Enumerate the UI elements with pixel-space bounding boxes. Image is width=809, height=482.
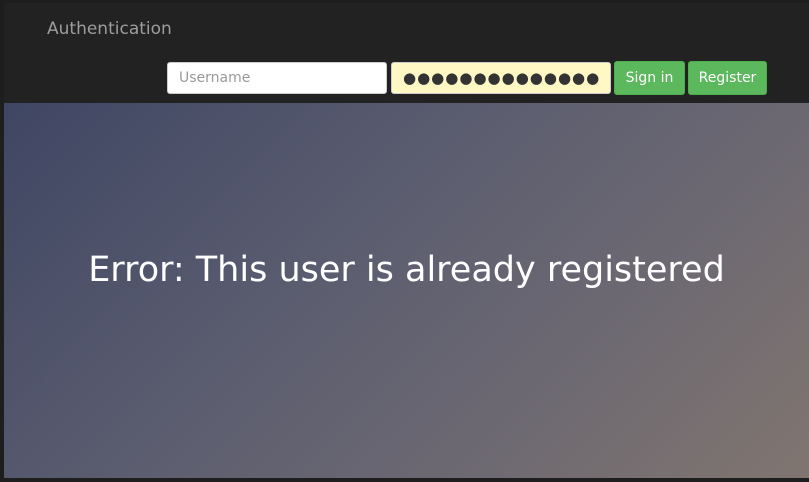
navbar: Authentication Sign in Register	[4, 3, 809, 103]
hero-section: Error: This user is already registered	[4, 103, 809, 478]
sign-in-button[interactable]: Sign in	[614, 61, 685, 95]
navbar-brand[interactable]: Authentication	[47, 19, 172, 39]
error-message: Error: This user is already registered	[88, 250, 725, 290]
app-window: Authentication Sign in Register Error: T…	[0, 0, 809, 482]
register-button[interactable]: Register	[688, 61, 767, 95]
password-input[interactable]	[391, 62, 611, 94]
username-input[interactable]	[167, 62, 387, 94]
